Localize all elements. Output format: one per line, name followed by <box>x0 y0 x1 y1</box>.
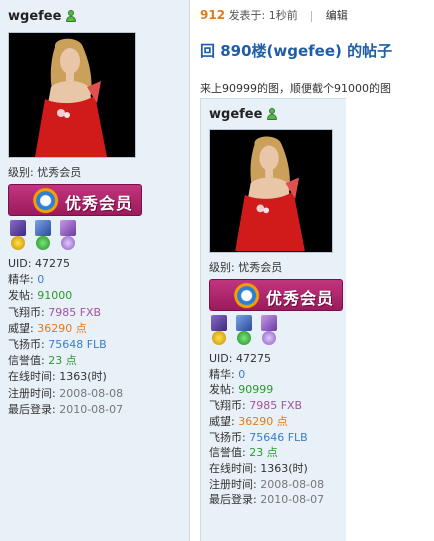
stat-value: 2010-08-07 <box>59 402 124 416</box>
medal-gold-icon <box>209 315 229 347</box>
poster-avatar[interactable] <box>8 32 136 158</box>
badge-swirl-icon <box>234 280 262 310</box>
badge-swirl-icon <box>33 185 61 215</box>
stat-row: 最后登录: 2010-08-07 <box>209 492 338 508</box>
stat-label: 信誉值: <box>8 354 49 368</box>
post-title: 回 890楼(wgefee) 的帖子 <box>200 42 393 60</box>
stat-value: 1363(时) <box>59 370 107 384</box>
stat-value: 91000 <box>37 289 73 303</box>
stat-label: 精华: <box>8 273 38 287</box>
medal-gold-icon[interactable] <box>8 220 28 252</box>
meta-divider <box>311 10 313 22</box>
stat-value: 1363(时) <box>260 461 308 475</box>
stat-value: 47275 <box>34 257 70 270</box>
stat-row: 飞扬币: 75648 FLB <box>8 337 181 353</box>
stat-value: 7985 FXB <box>48 305 102 319</box>
embedded-stats: UID: 47275 精华: 0 发帖: 90999 飞翔币: 7985 FXB 威望:… <box>209 351 338 508</box>
stat-value: 75646 FLB <box>249 430 308 444</box>
medal-green-icon <box>234 315 254 347</box>
stat-value: 75648 FLB <box>48 338 107 352</box>
stat-label: 信誉值: <box>209 446 250 460</box>
stat-row: 信誉值: 23 点 <box>209 445 338 461</box>
stat-label: 最后登录: <box>8 402 60 416</box>
stat-label: 威望: <box>209 414 239 428</box>
embedded-username-row: wgefee <box>209 104 338 124</box>
stat-row: 威望: 36290 点 <box>8 321 181 337</box>
stat-label: 威望: <box>8 321 38 335</box>
stat-value: 0 <box>37 273 45 287</box>
poster-username-row: wgefee <box>8 6 181 26</box>
stat-row: 注册时间: 2008-08-08 <box>209 477 338 493</box>
stat-row: 在线时间: 1363(时) <box>8 369 181 385</box>
online-user-icon <box>267 108 278 120</box>
badge-text: 优秀会员 <box>266 289 335 308</box>
stat-label: 发帖: <box>209 383 239 397</box>
poster-username[interactable]: wgefee <box>8 9 61 24</box>
stat-row: 信誉值: 23 点 <box>8 353 181 369</box>
online-user-icon <box>66 10 77 22</box>
stat-row: 威望: 36290 点 <box>209 414 338 430</box>
embedded-avatar <box>209 129 333 253</box>
floor-number[interactable]: 912 <box>200 8 225 22</box>
stat-row: UID: 47275 <box>8 256 181 272</box>
badge-text: 优秀会员 <box>65 194 134 213</box>
poster-level: 级别: 忧秀会员 <box>8 166 82 179</box>
medal-row <box>8 220 181 252</box>
stat-row: UID: 47275 <box>209 351 338 367</box>
post-main: 912 发表于: 1秒前 编辑 回 890楼(wgefee) 的帖子 来上909… <box>191 0 434 541</box>
stat-label: 在线时间: <box>8 370 60 384</box>
stat-value: 36290 点 <box>238 414 288 428</box>
embedded-member-badge: 优秀会员 <box>209 279 343 311</box>
stat-label: UID: <box>8 257 35 270</box>
stat-value: 2010-08-07 <box>260 493 325 507</box>
embedded-username: wgefee <box>209 106 263 122</box>
stat-value: 47275 <box>235 352 271 365</box>
stat-value: 36290 点 <box>37 321 87 335</box>
embedded-avatar-image <box>210 130 332 252</box>
stat-value: 23 点 <box>48 354 77 368</box>
stat-row: 注册时间: 2008-08-08 <box>8 386 181 402</box>
stat-value: 2008-08-08 <box>59 386 124 400</box>
edit-link[interactable]: 编辑 <box>326 9 348 22</box>
poster-stats: UID: 47275 精华: 0 发帖: 91000 飞翔币: 7985 FXB 威望:… <box>8 256 181 418</box>
embedded-medal-row <box>209 315 338 347</box>
stat-row: 飞扬币: 75646 FLB <box>209 430 338 446</box>
medal-purple-icon <box>259 315 279 347</box>
stat-value: 2008-08-08 <box>260 477 325 491</box>
stat-row: 最后登录: 2010-08-07 <box>8 402 181 418</box>
stat-label: 飞扬币: <box>8 338 49 352</box>
stat-label: 注册时间: <box>8 386 60 400</box>
post-meta-bar: 912 发表于: 1秒前 编辑 <box>200 8 348 22</box>
stat-label: UID: <box>209 352 236 365</box>
stat-value: 90999 <box>238 383 274 397</box>
stat-value: 0 <box>238 367 246 381</box>
post-content: 来上90999的图，顺便截个91000的图 <box>200 82 391 95</box>
stat-value: 23 点 <box>249 446 278 460</box>
medal-green-icon[interactable] <box>33 220 53 252</box>
stat-label: 飞翔币: <box>8 305 49 319</box>
stat-row: 飞翔币: 7985 FXB <box>209 398 338 414</box>
avatar-image <box>9 33 135 157</box>
stat-row: 精华: 0 <box>209 367 338 383</box>
stat-label: 最后登录: <box>209 493 261 507</box>
stat-label: 精华: <box>209 367 239 381</box>
medal-purple-icon[interactable] <box>58 220 78 252</box>
stat-label: 发帖: <box>8 289 38 303</box>
stat-row: 精华: 0 <box>8 272 181 288</box>
stat-value: 7985 FXB <box>249 399 303 413</box>
excellent-member-badge: 优秀会员 <box>8 184 142 216</box>
stat-row: 发帖: 90999 <box>209 382 338 398</box>
stat-row: 飞翔币: 7985 FXB <box>8 305 181 321</box>
posted-time: 发表于: 1秒前 <box>228 9 298 22</box>
embedded-level: 级别: 忧秀会员 <box>209 261 283 274</box>
stat-label: 飞扬币: <box>209 430 250 444</box>
stat-label: 在线时间: <box>209 461 261 475</box>
embedded-profile-screenshot: wgefee 级别: 忧秀会员 优秀会员 UID: 47275 精华: 0 发帖… <box>200 98 346 541</box>
stat-row: 在线时间: 1363(时) <box>209 461 338 477</box>
stat-label: 注册时间: <box>209 477 261 491</box>
stat-label: 飞翔币: <box>209 399 250 413</box>
stat-row: 发帖: 91000 <box>8 288 181 304</box>
poster-profile-sidebar: wgefee 级别: 忧秀会员 优秀会员 UID: 47275 精华: 0 发帖… <box>0 0 190 541</box>
